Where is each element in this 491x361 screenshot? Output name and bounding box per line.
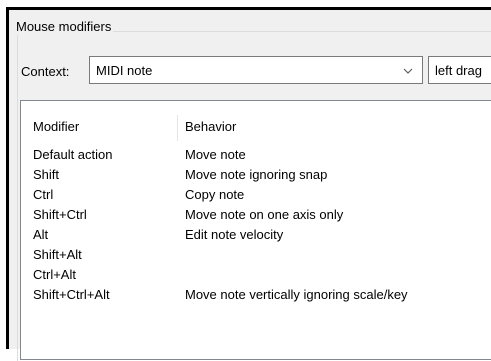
- list-rows: Default action Move note Shift Move note…: [21, 145, 491, 305]
- column-header-behavior[interactable]: Behavior: [185, 113, 236, 141]
- modifier-cell: Ctrl+Alt: [33, 267, 76, 282]
- behavior-cell: Move note vertically ignoring scale/key: [185, 287, 408, 302]
- list-item[interactable]: Ctrl+Alt: [21, 265, 491, 285]
- modifier-cell: Ctrl: [33, 187, 54, 202]
- modifier-cell: Shift+Alt: [33, 247, 82, 262]
- behavior-cell: Copy note: [185, 187, 245, 202]
- context-label: Context:: [21, 64, 70, 79]
- list-item[interactable]: Shift+Alt: [21, 245, 491, 265]
- behavior-cell: Move note: [185, 147, 246, 162]
- list-header: Modifier Behavior: [21, 113, 491, 141]
- list-item[interactable]: Default action Move note: [21, 145, 491, 165]
- context-dropdown-value: MIDI note: [96, 63, 153, 78]
- behavior-cell: Move note ignoring snap: [185, 167, 328, 182]
- behavior-cell: Edit note velocity: [185, 227, 284, 242]
- modifier-cell: Alt: [33, 227, 49, 242]
- group-title: Mouse modifiers: [14, 19, 114, 35]
- mouse-modifiers-window: Mouse modifiers Context: MIDI note left …: [6, 7, 491, 361]
- list-item[interactable]: Alt Edit note velocity: [21, 225, 491, 245]
- modifier-cell: Shift+Ctrl: [33, 207, 87, 222]
- column-header-modifier[interactable]: Modifier: [33, 113, 79, 141]
- chevron-down-icon: [403, 68, 413, 74]
- behavior-cell: Move note on one axis only: [185, 207, 344, 222]
- modifiers-list[interactable]: Modifier Behavior Default action Move no…: [20, 100, 491, 360]
- list-item[interactable]: Ctrl Copy note: [21, 185, 491, 205]
- context-dropdown[interactable]: MIDI note: [89, 56, 423, 84]
- list-item[interactable]: Shift+Ctrl Move note on one axis only: [21, 205, 491, 225]
- list-item[interactable]: Shift Move note ignoring snap: [21, 165, 491, 185]
- modifier-cell: Shift+Ctrl+Alt: [33, 287, 110, 302]
- modifier-cell: Shift: [33, 167, 60, 182]
- modifier-cell: Default action: [33, 147, 113, 162]
- list-item[interactable]: Shift+Ctrl+Alt Move note vertically igno…: [21, 285, 491, 305]
- action-dropdown[interactable]: left drag: [428, 56, 491, 84]
- action-dropdown-value: left drag: [435, 63, 482, 78]
- column-divider[interactable]: [177, 115, 178, 141]
